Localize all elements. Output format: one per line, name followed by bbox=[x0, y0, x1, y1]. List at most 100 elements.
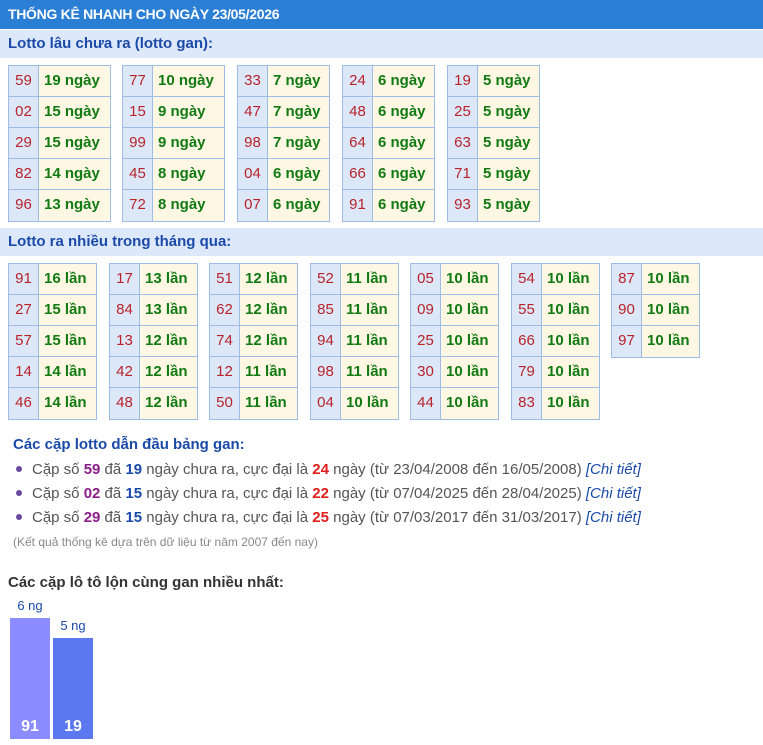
lotto-number[interactable]: 82 bbox=[9, 159, 39, 189]
lotto-number[interactable]: 55 bbox=[512, 295, 542, 325]
lotto-number[interactable]: 87 bbox=[612, 264, 642, 294]
gan-row[interactable]: 59 19 ngày bbox=[9, 66, 110, 97]
freq-row[interactable]: 46 14 lần bbox=[9, 388, 96, 419]
gan-row[interactable]: 45 8 ngày bbox=[123, 159, 224, 190]
gan-row[interactable]: 91 6 ngày bbox=[343, 190, 434, 221]
freq-row[interactable]: 12 11 lần bbox=[210, 357, 297, 388]
lotto-number[interactable]: 66 bbox=[512, 326, 542, 356]
lotto-number[interactable]: 30 bbox=[411, 357, 441, 387]
gan-row[interactable]: 25 5 ngày bbox=[448, 97, 539, 128]
freq-row[interactable]: 85 11 lần bbox=[311, 295, 398, 326]
lotto-number[interactable]: 98 bbox=[238, 128, 268, 158]
freq-row[interactable]: 48 12 lần bbox=[110, 388, 197, 419]
freq-row[interactable]: 52 11 lần bbox=[311, 264, 398, 295]
lotto-number[interactable]: 98 bbox=[311, 357, 341, 387]
lotto-number[interactable]: 77 bbox=[123, 66, 153, 96]
freq-row[interactable]: 87 10 lần bbox=[612, 264, 699, 295]
lotto-number[interactable]: 91 bbox=[343, 190, 373, 221]
lotto-number[interactable]: 72 bbox=[123, 190, 153, 221]
freq-row[interactable]: 79 10 lần bbox=[512, 357, 599, 388]
lotto-number[interactable]: 04 bbox=[238, 159, 268, 189]
lotto-number[interactable]: 79 bbox=[512, 357, 542, 387]
freq-row[interactable]: 57 15 lần bbox=[9, 326, 96, 357]
lotto-number[interactable]: 71 bbox=[448, 159, 478, 189]
lotto-number[interactable]: 25 bbox=[448, 97, 478, 127]
freq-row[interactable]: 84 13 lần bbox=[110, 295, 197, 326]
lotto-number[interactable]: 57 bbox=[9, 326, 39, 356]
lotto-number[interactable]: 15 bbox=[123, 97, 153, 127]
lotto-number[interactable]: 51 bbox=[210, 264, 240, 294]
gan-row[interactable]: 63 5 ngày bbox=[448, 128, 539, 159]
freq-row[interactable]: 27 15 lần bbox=[9, 295, 96, 326]
detail-link[interactable]: [Chi tiết] bbox=[586, 485, 641, 502]
lotto-number[interactable]: 63 bbox=[448, 128, 478, 158]
gan-row[interactable]: 07 6 ngày bbox=[238, 190, 329, 221]
lotto-number[interactable]: 47 bbox=[238, 97, 268, 127]
lotto-number[interactable]: 19 bbox=[448, 66, 478, 96]
freq-row[interactable]: 14 14 lần bbox=[9, 357, 96, 388]
lotto-number[interactable]: 33 bbox=[238, 66, 268, 96]
gan-row[interactable]: 24 6 ngày bbox=[343, 66, 434, 97]
lotto-number[interactable]: 85 bbox=[311, 295, 341, 325]
lotto-number[interactable]: 29 bbox=[9, 128, 39, 158]
lotto-number[interactable]: 25 bbox=[411, 326, 441, 356]
lotto-number[interactable]: 17 bbox=[110, 264, 140, 294]
lotto-number[interactable]: 96 bbox=[9, 190, 39, 221]
lotto-number[interactable]: 93 bbox=[448, 190, 478, 221]
freq-row[interactable]: 83 10 lần bbox=[512, 388, 599, 419]
freq-row[interactable]: 62 12 lần bbox=[210, 295, 297, 326]
lotto-number[interactable]: 24 bbox=[343, 66, 373, 96]
gan-row[interactable]: 33 7 ngày bbox=[238, 66, 329, 97]
freq-row[interactable]: 17 13 lần bbox=[110, 264, 197, 295]
gan-row[interactable]: 98 7 ngày bbox=[238, 128, 329, 159]
gan-row[interactable]: 99 9 ngày bbox=[123, 128, 224, 159]
gan-row[interactable]: 19 5 ngày bbox=[448, 66, 539, 97]
gan-row[interactable]: 77 10 ngày bbox=[123, 66, 224, 97]
gan-row[interactable]: 47 7 ngày bbox=[238, 97, 329, 128]
freq-row[interactable]: 25 10 lần bbox=[411, 326, 498, 357]
lotto-number[interactable]: 59 bbox=[9, 66, 39, 96]
freq-row[interactable]: 94 11 lần bbox=[311, 326, 398, 357]
detail-link[interactable]: [Chi tiết] bbox=[586, 509, 641, 526]
lotto-number[interactable]: 54 bbox=[512, 264, 542, 294]
gan-row[interactable]: 66 6 ngày bbox=[343, 159, 434, 190]
lotto-number[interactable]: 05 bbox=[411, 264, 441, 294]
lotto-number[interactable]: 99 bbox=[123, 128, 153, 158]
freq-row[interactable]: 50 11 lần bbox=[210, 388, 297, 419]
gan-row[interactable]: 82 14 ngày bbox=[9, 159, 110, 190]
lotto-number[interactable]: 94 bbox=[311, 326, 341, 356]
detail-link[interactable]: [Chi tiết] bbox=[586, 461, 641, 478]
freq-row[interactable]: 13 12 lần bbox=[110, 326, 197, 357]
lotto-number[interactable]: 91 bbox=[9, 264, 39, 294]
gan-row[interactable]: 04 6 ngày bbox=[238, 159, 329, 190]
gan-row[interactable]: 29 15 ngày bbox=[9, 128, 110, 159]
lotto-number[interactable]: 90 bbox=[612, 295, 642, 325]
lotto-number[interactable]: 83 bbox=[512, 388, 542, 419]
freq-row[interactable]: 74 12 lần bbox=[210, 326, 297, 357]
lotto-number[interactable]: 45 bbox=[123, 159, 153, 189]
freq-row[interactable]: 04 10 lần bbox=[311, 388, 398, 419]
lotto-number[interactable]: 62 bbox=[210, 295, 240, 325]
lotto-number[interactable]: 07 bbox=[238, 190, 268, 221]
lotto-number[interactable]: 42 bbox=[110, 357, 140, 387]
freq-row[interactable]: 55 10 lần bbox=[512, 295, 599, 326]
gan-row[interactable]: 15 9 ngày bbox=[123, 97, 224, 128]
freq-row[interactable]: 66 10 lần bbox=[512, 326, 599, 357]
freq-row[interactable]: 97 10 lần bbox=[612, 326, 699, 357]
gan-row[interactable]: 48 6 ngày bbox=[343, 97, 434, 128]
lotto-number[interactable]: 74 bbox=[210, 326, 240, 356]
gan-row[interactable]: 02 15 ngày bbox=[9, 97, 110, 128]
freq-row[interactable]: 90 10 lần bbox=[612, 295, 699, 326]
lotto-number[interactable]: 02 bbox=[9, 97, 39, 127]
lotto-number[interactable]: 44 bbox=[411, 388, 441, 419]
lotto-number[interactable]: 27 bbox=[9, 295, 39, 325]
lotto-number[interactable]: 04 bbox=[311, 388, 341, 419]
gan-row[interactable]: 93 5 ngày bbox=[448, 190, 539, 221]
lotto-number[interactable]: 64 bbox=[343, 128, 373, 158]
freq-row[interactable]: 54 10 lần bbox=[512, 264, 599, 295]
freq-row[interactable]: 44 10 lần bbox=[411, 388, 498, 419]
lotto-number[interactable]: 13 bbox=[110, 326, 140, 356]
gan-row[interactable]: 72 8 ngày bbox=[123, 190, 224, 221]
lotto-number[interactable]: 84 bbox=[110, 295, 140, 325]
lotto-number[interactable]: 48 bbox=[110, 388, 140, 419]
